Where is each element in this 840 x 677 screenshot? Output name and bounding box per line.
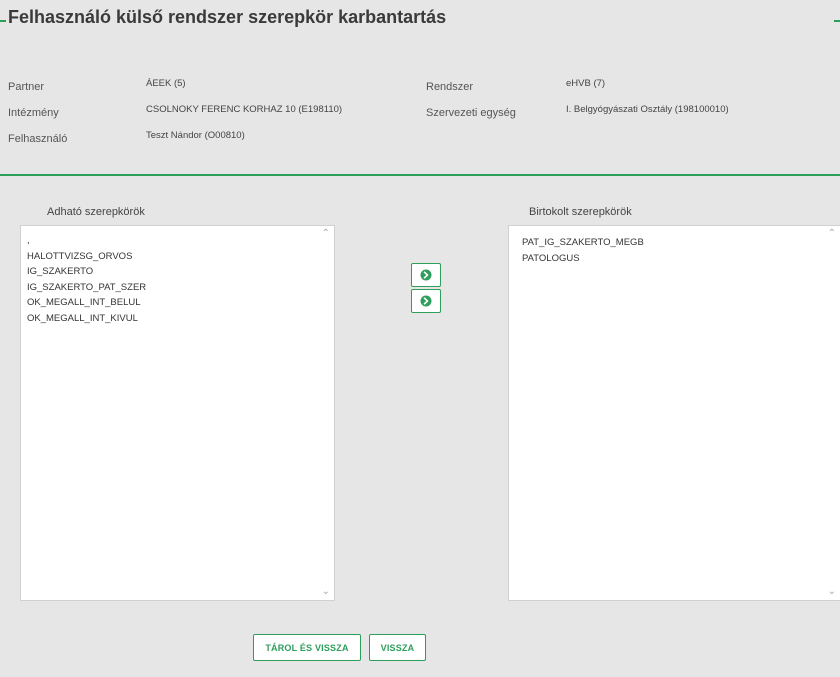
- intezmeny-value: CSOLNOKY FERENC KORHAZ 10 (E198110): [146, 104, 343, 115]
- chevron-down-icon[interactable]: ⌄: [322, 587, 330, 597]
- list-item[interactable]: PAT_IG_SZAKERTO_MEGB: [522, 235, 840, 251]
- available-roles-heading: Adható szerepkörök: [47, 206, 145, 218]
- chevron-down-icon[interactable]: ⌄: [828, 587, 836, 597]
- list-item[interactable]: OK_MEGALL_INT_BELUL: [27, 295, 334, 311]
- intezmeny-label: Intézmény: [8, 107, 59, 119]
- page-title: Felhasználó külső rendszer szerepkör kar…: [8, 7, 447, 27]
- partner-value: ÁEEK (5): [146, 78, 186, 89]
- save-and-back-button[interactable]: TÁROL ÉS VISSZA: [253, 634, 361, 661]
- title-divider-left: [0, 20, 6, 22]
- list-item[interactable]: ,: [27, 233, 334, 249]
- list-item[interactable]: PATOLOGUS: [522, 251, 840, 267]
- available-roles-list[interactable]: , HALOTTVIZSG_ORVOS IG_SZAKERTO IG_SZAKERTO…: [20, 225, 335, 601]
- partner-label: Partner: [8, 81, 45, 93]
- felhasznalo-value: Teszt Nándor (O00810): [146, 130, 245, 141]
- szervezeti-egyseg-label: Szervezeti egység: [426, 107, 516, 119]
- circle-arrow-right-icon: [420, 269, 432, 281]
- assigned-roles-heading: Birtokolt szerepkörök: [529, 206, 632, 218]
- back-button[interactable]: VISSZA: [369, 634, 426, 661]
- rendszer-label: Rendszer: [426, 81, 474, 93]
- chevron-up-icon[interactable]: ⌃: [322, 229, 330, 239]
- title-row: Felhasználó külső rendszer szerepkör kar…: [0, 0, 840, 40]
- felhasznalo-label: Felhasználó: [8, 133, 68, 145]
- circle-arrow-right-icon: [420, 295, 432, 307]
- section-divider: [0, 174, 840, 176]
- remove-role-button[interactable]: [411, 289, 441, 313]
- assigned-roles-list[interactable]: PAT_IG_SZAKERTO_MEGB PATOLOGUS ⌃ ⌄: [508, 225, 840, 601]
- list-item[interactable]: HALOTTVIZSG_ORVOS: [27, 249, 334, 265]
- list-item[interactable]: IG_SZAKERTO_PAT_SZER: [27, 280, 334, 296]
- add-role-button[interactable]: [411, 263, 441, 287]
- list-item[interactable]: OK_MEGALL_INT_KIVUL: [27, 311, 334, 327]
- rendszer-value: eHVB (7): [566, 78, 606, 89]
- list-item[interactable]: IG_SZAKERTO: [27, 264, 334, 280]
- title-divider-right: [834, 20, 840, 22]
- chevron-up-icon[interactable]: ⌃: [828, 229, 836, 239]
- szervezeti-egyseg-value: I. Belgyógyászati Osztály (198100010): [566, 104, 729, 115]
